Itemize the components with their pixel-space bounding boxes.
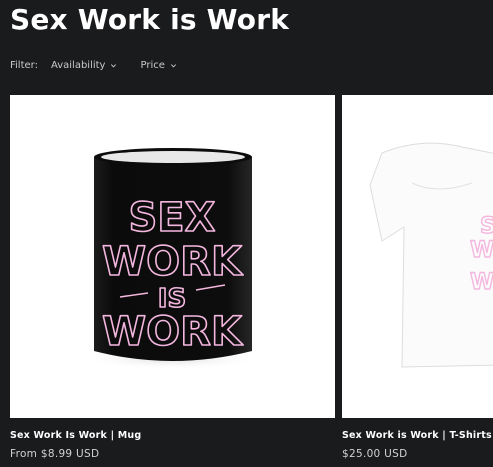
chevron-down-icon [170,63,176,67]
product-card-mug[interactable]: SEX WORK IS WORK Sex Work Is Work | Mug … [10,95,335,460]
product-card-tshirt[interactable]: S W W Sex Work is Work | T-Shirts $25.00… [342,95,493,460]
tshirt-art-line-1: S [480,214,493,239]
mug-art-line-1: SEX [129,195,216,241]
product-title[interactable]: Sex Work Is Work | Mug [10,430,335,441]
product-image-tshirt[interactable]: S W W [342,95,493,418]
availability-filter-dropdown[interactable]: Availability [51,60,119,71]
availability-filter-label: Availability [50,59,106,71]
product-price: $25.00 USD [342,448,408,460]
mug-art-line-2: WORK [102,239,244,285]
filter-bar: Filter: Availability Price [10,57,178,73]
mug-art-line-4: WORK [102,309,244,355]
tshirt-image: S W W [369,142,493,368]
product-title[interactable]: Sex Work is Work | T-Shirts [342,430,493,441]
price-filter-label: Price [140,59,165,71]
tshirt-art-line-3: W [470,270,493,295]
product-image-mug[interactable]: SEX WORK IS WORK [10,95,335,418]
tshirt-art-line-2: W [470,238,493,263]
chevron-down-icon [111,63,117,67]
price-filter-dropdown[interactable]: Price [140,60,177,71]
collection-title: Sex Work is Work [10,3,290,36]
product-price: From $8.99 USD [10,448,100,460]
filter-label: Filter: [10,59,38,71]
mug-image: SEX WORK IS WORK [80,148,264,370]
